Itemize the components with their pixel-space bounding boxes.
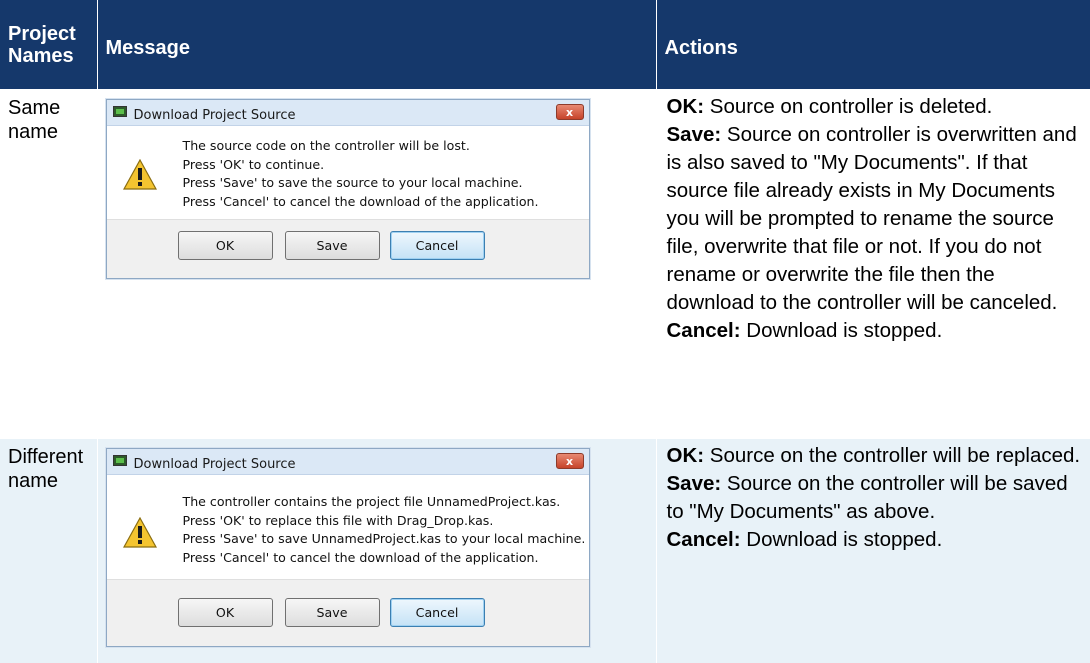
dialog-message: The source code on the controller will b… [183, 137, 539, 211]
dialog-message: The controller contains the project file… [183, 493, 586, 567]
download-dialog: Download Project Source x The controller… [105, 448, 590, 647]
message-cell: Download Project Source x The controller… [96, 438, 656, 663]
action-ok-label: OK: [666, 95, 705, 118]
message-line: Press 'Cancel' to cancel the download of… [182, 549, 539, 565]
close-button[interactable]: x [555, 453, 584, 469]
table-row: Different name Download Project Source x [0, 438, 1090, 663]
dialog-title: Download Project Source [133, 457, 296, 472]
dialog-button-bar: OK Save Cancel [106, 579, 589, 646]
download-dialog: Download Project Source x The source cod… [105, 99, 590, 279]
dialog-title: Download Project Source [133, 108, 296, 123]
ok-button[interactable]: OK [177, 598, 273, 627]
cancel-button[interactable]: Cancel [389, 231, 485, 260]
header-project-names: Project Names [0, 0, 97, 90]
action-save-label: Save: [666, 123, 722, 146]
save-button[interactable]: Save [284, 598, 380, 627]
action-ok: OK: Source on the controller will be rep… [667, 442, 1083, 470]
warning-icon [122, 517, 157, 548]
app-icon [112, 106, 127, 117]
dialog-body: The source code on the controller will b… [107, 126, 589, 219]
action-cancel-text: Download is stopped. [740, 528, 943, 551]
header-message: Message [96, 0, 656, 90]
ok-button[interactable]: OK [177, 231, 273, 260]
action-cancel: Cancel: Download is stopped. [667, 317, 1083, 345]
app-icon [112, 455, 127, 466]
project-download-table: Project Names Message Actions Same name … [0, 0, 1090, 663]
message-line: Press 'Save' to save the source to your … [182, 175, 523, 190]
close-button[interactable]: x [555, 104, 584, 120]
dialog-titlebar: Download Project Source x [106, 449, 589, 475]
action-cancel: Cancel: Download is stopped. [667, 526, 1083, 554]
dialog-body: The controller contains the project file… [107, 475, 589, 579]
warning-icon [122, 159, 157, 190]
action-ok: OK: Source on controller is deleted. [667, 93, 1083, 121]
message-line: Press 'Cancel' to cancel the download of… [182, 193, 539, 209]
action-save-label: Save: [666, 472, 722, 495]
action-cancel-label: Cancel: [666, 528, 741, 551]
message-line: Press 'OK' to replace this file with Dra… [182, 512, 494, 528]
save-button[interactable]: Save [284, 231, 380, 260]
header-actions: Actions [655, 0, 1090, 90]
action-ok-label: OK: [666, 444, 705, 467]
dialog-button-bar: OK Save Cancel [106, 219, 589, 278]
action-ok-text: Source on controller is deleted. [704, 95, 993, 118]
message-line: The controller contains the project file… [182, 494, 561, 509]
table-header-row: Project Names Message Actions [0, 0, 1090, 90]
project-name-cell: Same name [0, 89, 97, 439]
actions-cell: OK: Source on controller is deleted. Sav… [655, 89, 1090, 439]
action-ok-text: Source on the controller will be replace… [704, 444, 1081, 467]
cancel-button[interactable]: Cancel [389, 598, 485, 627]
message-line: Press 'Save' to save UnnamedProject.kas … [182, 531, 586, 546]
message-line: The source code on the controller will b… [182, 138, 470, 153]
table-row: Same name Download Project Source x The … [0, 89, 1090, 439]
project-name-cell: Different name [0, 438, 97, 663]
action-cancel-label: Cancel: [666, 319, 741, 342]
action-save: Save: Source on the controller will be s… [667, 470, 1083, 526]
message-line: Press 'OK' to continue. [182, 156, 325, 172]
actions-cell: OK: Source on the controller will be rep… [655, 438, 1090, 663]
action-save: Save: Source on controller is overwritte… [667, 121, 1083, 317]
message-cell: Download Project Source x The source cod… [96, 89, 656, 439]
action-save-text: Source on controller is overwritten and … [666, 123, 1077, 314]
action-cancel-text: Download is stopped. [740, 319, 943, 342]
dialog-titlebar: Download Project Source x [106, 100, 589, 126]
action-save-text: Source on the controller will be saved t… [666, 472, 1068, 523]
